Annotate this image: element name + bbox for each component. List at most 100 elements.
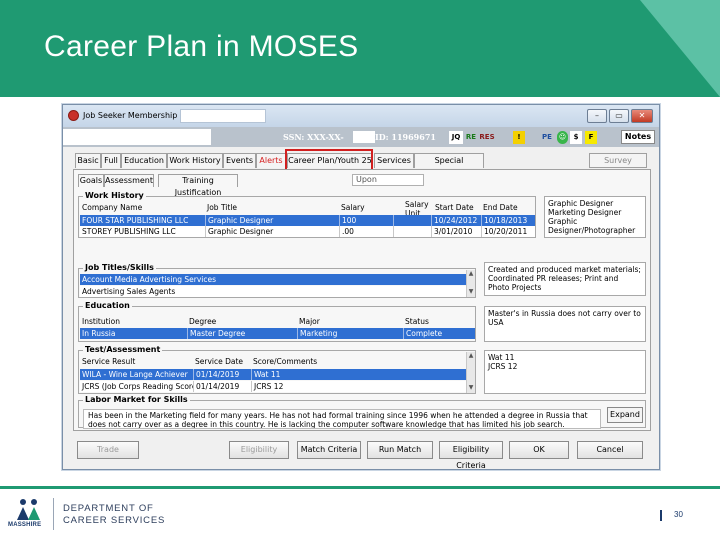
tab-work-history[interactable]: Work History	[167, 153, 223, 168]
career-plan-panel: Goals Assessment Training Justification …	[73, 169, 651, 431]
cell-status: Complete	[406, 329, 443, 338]
dept-line-1: DEPARTMENT OF	[63, 503, 154, 514]
col-end-date: End Date	[483, 203, 518, 212]
tab-events[interactable]: Events	[223, 153, 256, 168]
col-service-date: Service Date	[195, 357, 244, 366]
re-icon[interactable]: RE	[464, 131, 478, 144]
cell-end-date: 10/20/2011	[484, 227, 528, 236]
test-notes[interactable]: Wat 11 JCRS 12	[484, 350, 646, 394]
expand-button[interactable]: Expand	[607, 407, 643, 423]
notes-button[interactable]: Notes	[621, 130, 655, 144]
job-titles-scrollbar[interactable]: ▲ ▼	[466, 270, 475, 297]
career-plan-highlight	[285, 149, 373, 171]
table-row[interactable]: STOREY PUBLISHING LLC Graphic Designer .…	[80, 226, 535, 237]
close-button[interactable]: ✕	[631, 109, 653, 123]
scroll-up-icon[interactable]: ▲	[467, 270, 475, 278]
tab-basic[interactable]: Basic	[75, 153, 101, 168]
cell-service-result: JCRS (Job Corps Reading Score	[82, 381, 194, 392]
table-row[interactable]: JCRS (Job Corps Reading Score 01/14/2019…	[80, 381, 466, 392]
footer-divider	[0, 486, 720, 489]
tab-special-programs[interactable]: Special Programs	[414, 153, 484, 179]
window-title: Job Seeker Membership	[83, 111, 178, 120]
cell-salary-unit	[394, 215, 432, 226]
cell-score: Wat 11	[254, 370, 281, 379]
work-history-notes[interactable]: Graphic Designer Marketing Designer Grap…	[544, 196, 646, 238]
cell-company: STOREY PUBLISHING LLC	[80, 226, 206, 237]
pe-icon[interactable]: PE	[539, 131, 555, 144]
cell-job-title: Graphic Designer	[206, 226, 340, 237]
window-titlebar: Job Seeker Membership – ▭ ✕	[63, 105, 659, 127]
cancel-button[interactable]: Cancel	[577, 441, 643, 459]
res-icon[interactable]: RES	[479, 131, 495, 144]
minimize-button[interactable]: –	[587, 109, 607, 123]
col-major: Major	[299, 317, 320, 326]
f-icon[interactable]: F	[585, 131, 597, 144]
col-job-title: Job Title	[207, 203, 238, 212]
cell-start-date: 3/01/2010	[432, 226, 482, 237]
col-start-date: Start Date	[435, 203, 474, 212]
upon-field[interactable]: Upon	[352, 174, 424, 186]
cell-service-date: 01/14/2019	[194, 381, 252, 392]
col-company-name: Company Name	[82, 203, 143, 212]
test-scrollbar[interactable]: ▲ ▼	[466, 352, 475, 393]
subtab-assessment[interactable]: Assessment	[104, 174, 154, 187]
col-score-comments: Score/Comments	[253, 357, 318, 366]
cell-service-date: 01/14/2019	[194, 369, 252, 380]
subtab-training-justification[interactable]: Training Justification	[158, 174, 238, 197]
col-institution: Institution	[82, 317, 120, 326]
list-item[interactable]: Advertising Sales Agents	[80, 286, 466, 297]
run-match-button[interactable]: Run Match	[367, 441, 433, 459]
trade-button[interactable]: Trade	[77, 441, 139, 459]
tab-alerts[interactable]: Alerts	[256, 153, 286, 168]
tab-full[interactable]: Full	[101, 153, 121, 168]
app-icon	[68, 110, 79, 121]
dept-line-2: CAREER SERVICES	[63, 515, 166, 526]
labor-market-group: Labor Market for Skills Has been in the …	[78, 395, 646, 429]
cell-salary: 100	[340, 215, 394, 226]
page-number: 30	[674, 510, 683, 519]
scroll-down-icon[interactable]: ▼	[467, 384, 475, 392]
tab-services[interactable]: Services	[374, 153, 414, 168]
survey-button[interactable]: Survey	[589, 153, 647, 168]
warning-icon[interactable]: !	[513, 131, 525, 144]
job-titles-notes[interactable]: Created and produced market materials; C…	[484, 262, 646, 296]
match-criteria-button[interactable]: Match Criteria	[297, 441, 361, 459]
col-degree: Degree	[189, 317, 217, 326]
scroll-down-icon[interactable]: ▼	[467, 288, 475, 296]
subtab-goals[interactable]: Goals	[78, 174, 104, 187]
cell-score: JCRS 12	[254, 382, 284, 391]
col-salary: Salary	[341, 203, 365, 212]
cell-degree: Master Degree	[188, 328, 298, 339]
scroll-up-icon[interactable]: ▲	[467, 352, 475, 360]
jq-icon[interactable]: JQ	[449, 131, 463, 144]
cell-job-title: Graphic Designer	[206, 215, 340, 226]
job-seeker-window: Job Seeker Membership – ▭ ✕ SSN: XXX-XX-…	[62, 104, 660, 470]
test-assessment-group: Test/Assessment Service Result Service D…	[78, 345, 476, 394]
education-label: Education	[83, 301, 132, 310]
title-field	[180, 109, 266, 123]
col-status: Status	[405, 317, 429, 326]
test-assessment-label: Test/Assessment	[83, 345, 163, 354]
ssn-mask	[353, 131, 375, 143]
ok-button[interactable]: OK	[509, 441, 569, 459]
eligibility-button[interactable]: Eligibility	[229, 441, 289, 459]
eligibility-criteria-button[interactable]: Eligibility Criteria	[439, 441, 503, 470]
smile-icon[interactable]: ☺	[557, 131, 568, 144]
work-history-group: Work History Company Name Job Title Sala…	[78, 191, 536, 238]
info-blank-field	[63, 129, 211, 145]
cell-start-date: 10/24/2012	[432, 215, 482, 226]
job-titles-group: Job Titles/Skills Account Media Advertis…	[78, 263, 476, 298]
table-row[interactable]: WILA - Wine Lange Achiever 01/14/2019 Wa…	[80, 369, 466, 380]
cell-institution: In Russia	[80, 328, 188, 339]
tab-education[interactable]: Education	[121, 153, 167, 168]
slide-header: Career Plan in MOSES	[0, 0, 720, 97]
labor-market-text[interactable]: Has been in the Marketing field for many…	[83, 409, 601, 429]
cell-salary-unit	[394, 226, 432, 237]
maximize-button[interactable]: ▭	[609, 109, 629, 123]
footer-separator	[53, 498, 54, 530]
dollar-icon[interactable]: $	[570, 131, 582, 144]
table-row[interactable]: In Russia Master Degree Marketing Comple…	[80, 328, 475, 339]
table-row[interactable]: FOUR STAR PUBLISHING LLC Graphic Designe…	[80, 215, 535, 226]
list-item[interactable]: Account Media Advertising Services	[80, 274, 466, 285]
education-notes[interactable]: Master's in Russia does not carry over t…	[484, 306, 646, 342]
